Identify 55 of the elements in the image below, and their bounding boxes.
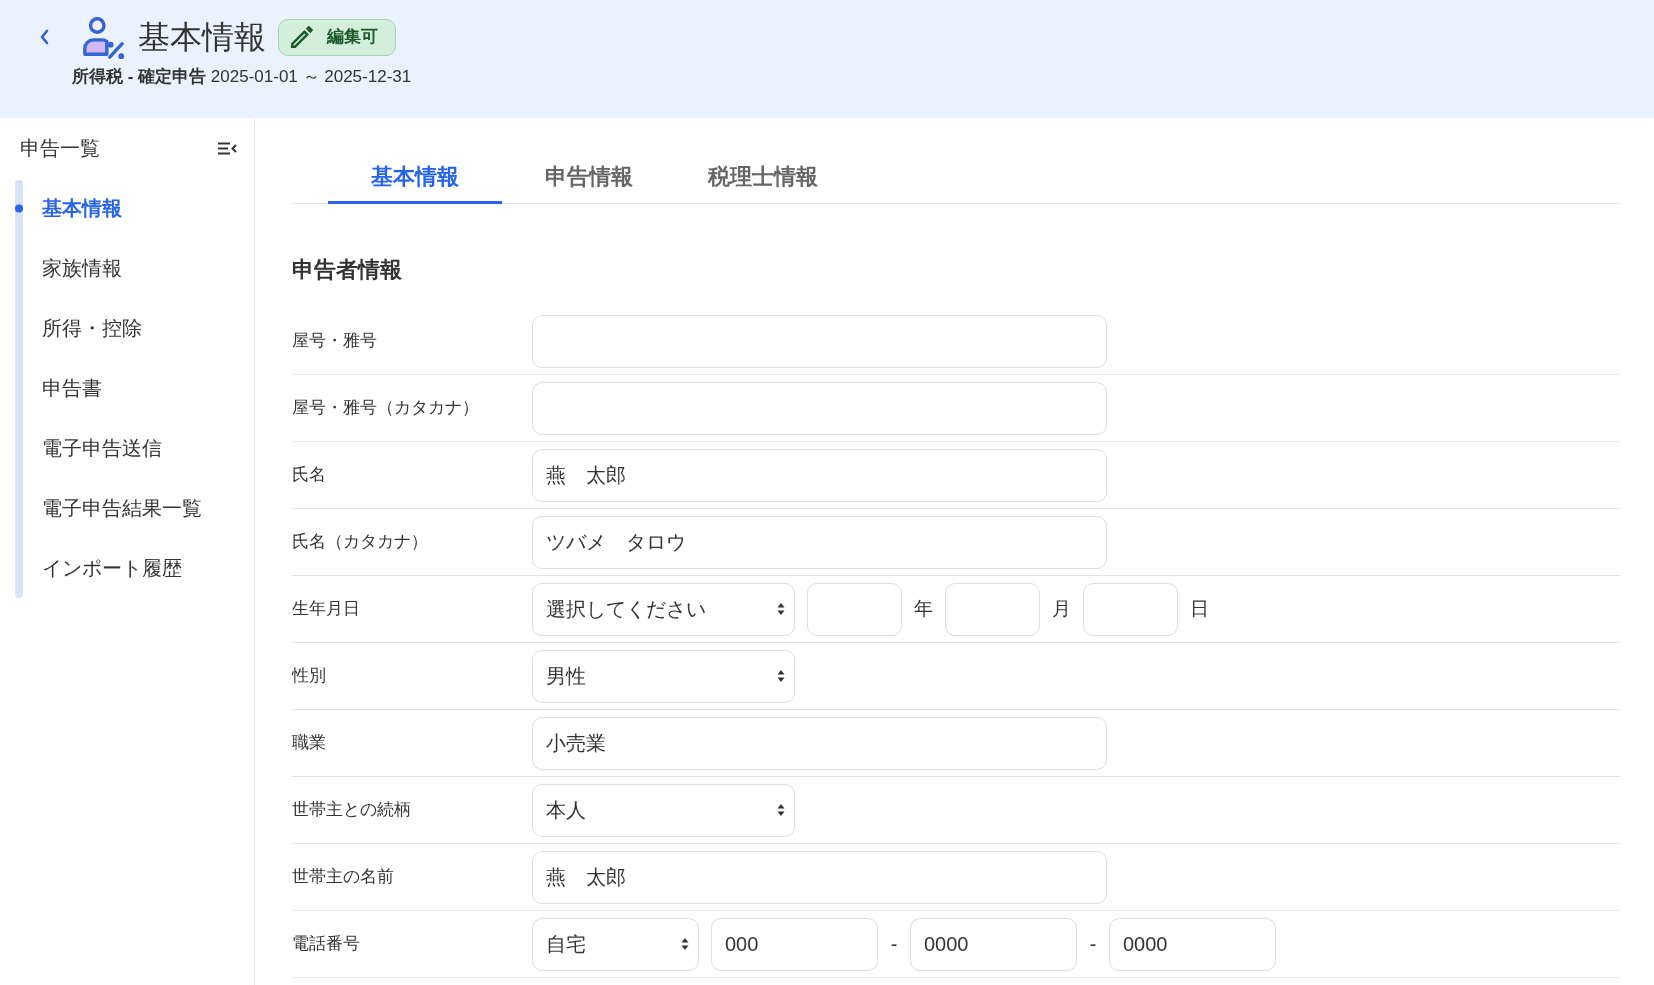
text-input[interactable]: ツバメ タロウ — [532, 515, 1107, 569]
date-part-input[interactable] — [945, 582, 1040, 636]
field-label: 性別 — [292, 666, 326, 686]
chevron-left-icon[interactable] — [38, 28, 50, 46]
field-label: 電話番号 — [292, 934, 360, 954]
phone-number-input[interactable]: 000 — [711, 917, 878, 971]
up-down-arrows-icon — [777, 803, 785, 817]
select-field[interactable]: 男性 — [532, 649, 795, 703]
field-label: 世帯主の名前 — [292, 867, 394, 887]
tab[interactable]: 基本情報 — [328, 152, 502, 204]
era-select[interactable]: 選択してください — [532, 582, 795, 636]
dash-separator: - — [890, 932, 898, 957]
field-label: 生年月日 — [292, 599, 360, 619]
sidebar-item[interactable]: 電子申告結果一覧 — [42, 493, 202, 523]
text-input[interactable]: 小売業 — [532, 716, 1107, 770]
sidebar-item[interactable]: 家族情報 — [42, 253, 122, 283]
filing-period-text: 所得税 - 確定申告 2025-01-01 ～ 2025-12-31 — [72, 67, 412, 86]
pencil-icon — [291, 26, 313, 48]
field-label: 氏名（カタカナ） — [292, 532, 428, 552]
collapse-menu-icon[interactable] — [217, 141, 237, 155]
text-input[interactable] — [532, 381, 1107, 435]
field-label: 屋号・雅号 — [292, 331, 377, 351]
up-down-arrows-icon — [777, 669, 785, 683]
dash-separator: - — [1089, 932, 1097, 957]
sidebar-item[interactable]: 電子申告送信 — [42, 433, 162, 463]
field-label: 屋号・雅号（カタカナ） — [292, 398, 479, 418]
date-part-input[interactable] — [807, 582, 902, 636]
page-title: 基本情報 — [138, 21, 266, 53]
unit-label: 月 — [1052, 596, 1071, 621]
field-label: 氏名 — [292, 465, 326, 485]
phone-type-select[interactable]: 自宅 — [532, 917, 699, 971]
up-down-arrows-icon — [681, 937, 689, 951]
section-title: 申告者情報 — [292, 257, 402, 282]
person-percent-icon — [80, 14, 126, 60]
sidebar-item[interactable]: インポート履歴 — [42, 553, 182, 583]
sidebar-title: 申告一覧 — [20, 136, 100, 161]
date-part-input[interactable] — [1083, 582, 1178, 636]
sidebar-item[interactable]: 申告書 — [42, 373, 102, 403]
phone-number-input[interactable]: 0000 — [910, 917, 1077, 971]
text-input[interactable] — [532, 314, 1107, 368]
unit-label: 年 — [914, 596, 933, 621]
up-down-arrows-icon — [777, 602, 785, 616]
unit-label: 日 — [1190, 596, 1209, 621]
tag-text: 編集可 — [327, 26, 378, 49]
phone-number-input[interactable]: 0000 — [1109, 917, 1276, 971]
text-input[interactable]: 燕 太郎 — [532, 850, 1107, 904]
tab[interactable]: 申告情報 — [502, 152, 676, 204]
text-input[interactable]: 燕 太郎 — [532, 448, 1107, 502]
sidebar-item[interactable]: 基本情報 — [42, 193, 122, 223]
select-field[interactable]: 本人 — [532, 783, 795, 837]
active-dot-icon — [15, 203, 23, 213]
tab[interactable]: 税理士情報 — [676, 152, 850, 204]
field-label: 職業 — [292, 733, 326, 753]
sidebar-item[interactable]: 所得・控除 — [42, 313, 142, 343]
field-label: 世帯主との続柄 — [292, 800, 411, 820]
